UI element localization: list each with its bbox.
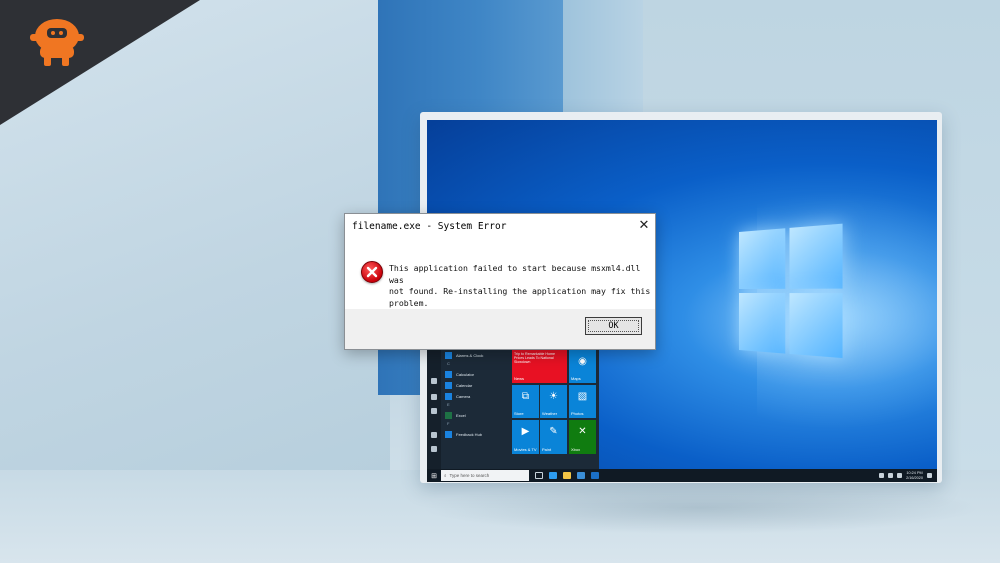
app-icon — [445, 352, 452, 359]
app-item[interactable]: Camera — [445, 391, 509, 402]
error-icon — [361, 261, 383, 283]
error-dialog: filename.exe - System Error ✕ This appli… — [344, 213, 656, 350]
app-letter-header[interactable]: E — [445, 402, 509, 410]
app-item[interactable]: Excel — [445, 410, 509, 421]
weather-icon: ☀ — [549, 391, 558, 402]
start-menu-rail — [427, 348, 441, 470]
tile-weather[interactable]: ☀ Weather — [540, 385, 567, 418]
start-menu: Alarms & Clock C Calculator Calendar Cam… — [427, 348, 599, 470]
tile-movies[interactable]: ▶ Movies & TV — [512, 420, 539, 454]
app-item[interactable]: Alarms & Clock — [445, 350, 509, 361]
user-icon[interactable] — [431, 378, 437, 384]
start-button[interactable]: ⊞ — [427, 469, 441, 482]
app-item[interactable]: Feedback Hub — [445, 429, 509, 440]
app-item[interactable]: Calculator — [445, 369, 509, 380]
volume-icon[interactable] — [897, 473, 903, 478]
app-icon — [445, 382, 452, 389]
network-icon[interactable] — [888, 473, 894, 478]
app-list: Alarms & Clock C Calculator Calendar Cam… — [445, 350, 509, 440]
error-message: This application failed to start because… — [389, 263, 651, 308]
app-icon — [445, 371, 452, 378]
news-headline: Trip to Remarkable Home Prices Leads To … — [514, 352, 556, 365]
system-tray: 10:24 PM 2/16/2020 — [879, 471, 937, 480]
monitor-shadow — [420, 482, 980, 534]
tile-store[interactable]: ⧉ Store — [512, 385, 539, 418]
xbox-icon: ✕ — [578, 426, 587, 437]
file-explorer-icon[interactable] — [563, 472, 571, 479]
site-logo — [0, 0, 200, 125]
taskbar: ⊞ ⌕ Type here to search 10:24 PM 2/16/20… — [427, 469, 937, 482]
tile-xbox[interactable]: ✕ Xbox — [569, 420, 596, 454]
tile-maps[interactable]: ◉ Maps — [569, 350, 596, 383]
documents-icon[interactable] — [431, 394, 437, 400]
maps-icon: ◉ — [578, 356, 587, 367]
app-item[interactable]: Calendar — [445, 380, 509, 391]
ok-button[interactable]: OK — [585, 317, 642, 335]
app-letter-header[interactable]: F — [445, 421, 509, 429]
notifications-icon[interactable] — [927, 473, 932, 478]
app-letter-header[interactable]: C — [445, 361, 509, 369]
edge-icon[interactable] — [549, 472, 557, 479]
paint-icon: ✎ — [549, 426, 558, 437]
dialog-title: filename.exe - System Error — [352, 221, 507, 232]
chevron-up-icon[interactable] — [879, 473, 885, 478]
tile-photos[interactable]: ▧ Photos — [569, 385, 596, 418]
app-icon — [445, 431, 452, 438]
movies-icon: ▶ — [521, 426, 530, 437]
tile-news[interactable]: Trip to Remarkable Home Prices Leads To … — [512, 350, 567, 383]
clock[interactable]: 10:24 PM 2/16/2020 — [906, 471, 923, 480]
store-taskbar-icon[interactable] — [577, 472, 585, 479]
close-icon[interactable]: ✕ — [637, 217, 651, 232]
app-icon — [445, 393, 452, 400]
taskbar-search[interactable]: ⌕ Type here to search — [441, 470, 529, 481]
mail-icon[interactable] — [591, 472, 599, 479]
windows-logo-icon — [739, 223, 845, 360]
search-placeholder: Type here to search — [449, 473, 490, 478]
power-icon[interactable] — [431, 446, 437, 452]
search-icon: ⌕ — [444, 473, 447, 478]
store-icon: ⧉ — [521, 391, 530, 402]
settings-icon[interactable] — [431, 432, 437, 438]
tile-paint[interactable]: ✎ Paint — [540, 420, 567, 454]
pictures-icon[interactable] — [431, 408, 437, 414]
task-view-icon[interactable] — [535, 472, 543, 479]
dialog-footer: OK — [345, 309, 655, 349]
photos-icon: ▧ — [577, 391, 588, 402]
app-icon — [445, 412, 452, 419]
